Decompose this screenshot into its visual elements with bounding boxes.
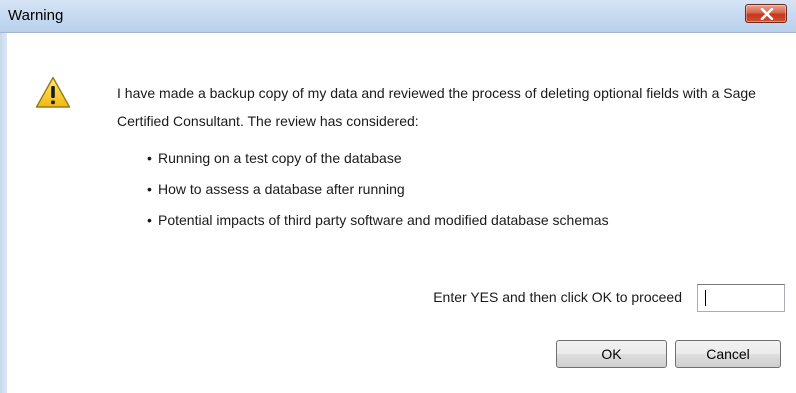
confirmation-input[interactable] bbox=[697, 284, 785, 312]
list-item-text: How to assess a database after running bbox=[158, 181, 405, 197]
warning-message: I have made a backup copy of my data and… bbox=[117, 85, 756, 129]
list-item: • Running on a test copy of the database bbox=[147, 147, 609, 178]
list-item-text: Running on a test copy of the database bbox=[158, 150, 402, 166]
considerations-list: • Running on a test copy of the database… bbox=[147, 147, 609, 240]
window-left-border bbox=[0, 33, 7, 393]
list-item: • Potential impacts of third party softw… bbox=[147, 209, 609, 240]
cancel-button[interactable]: Cancel bbox=[675, 340, 781, 368]
close-x-icon bbox=[760, 8, 774, 20]
bullet-glyph: • bbox=[147, 181, 152, 197]
list-item-text: Potential impacts of third party softwar… bbox=[158, 212, 609, 228]
list-item: • How to assess a database after running bbox=[147, 178, 609, 209]
close-button[interactable] bbox=[745, 4, 787, 23]
bullet-glyph: • bbox=[147, 150, 152, 166]
warning-dialog: Warning I have made a backup copy of my … bbox=[0, 0, 796, 393]
window-title: Warning bbox=[8, 7, 64, 24]
ok-button[interactable]: OK bbox=[556, 340, 667, 368]
text-caret bbox=[705, 290, 706, 306]
bullet-glyph: • bbox=[147, 212, 152, 228]
confirmation-prompt-label: Enter YES and then click OK to proceed bbox=[433, 289, 682, 305]
warning-triangle-icon bbox=[35, 76, 71, 108]
title-bar[interactable]: Warning bbox=[0, 0, 796, 33]
